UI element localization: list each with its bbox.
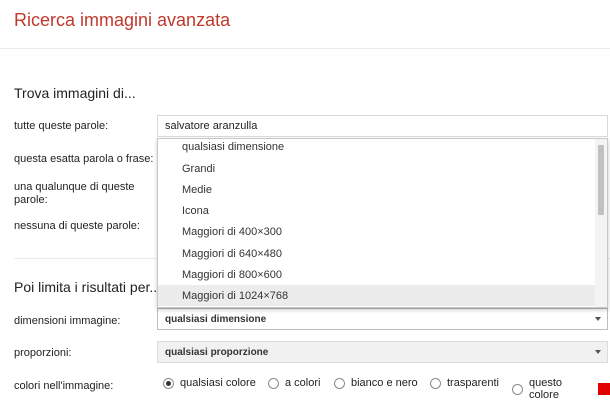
color-option-this[interactable]: questo colore bbox=[512, 377, 610, 401]
radio-checked-icon[interactable] bbox=[163, 377, 174, 389]
chevron-down-icon bbox=[595, 350, 601, 354]
size-option[interactable]: Icona bbox=[158, 200, 595, 221]
none-words-label: nessuna di queste parole: bbox=[14, 220, 140, 232]
radio-icon[interactable] bbox=[512, 383, 523, 395]
radio-icon[interactable] bbox=[334, 377, 345, 389]
chevron-down-icon bbox=[595, 317, 601, 321]
aspect-label: proporzioni: bbox=[14, 347, 72, 359]
color-option-transparent[interactable]: trasparenti bbox=[430, 377, 499, 389]
all-words-input[interactable] bbox=[157, 115, 608, 137]
color-option-any[interactable]: qualsiasi colore bbox=[163, 377, 256, 389]
size-label: dimensioni immagine: bbox=[14, 315, 121, 327]
size-option[interactable]: Medie bbox=[158, 179, 595, 200]
any-words-label: una qualunque di queste parole: bbox=[14, 181, 135, 206]
dropdown-scrollbar[interactable] bbox=[595, 139, 607, 307]
color-option-transparent-label: trasparenti bbox=[447, 377, 499, 389]
size-option[interactable]: Maggiori di 640×480 bbox=[158, 243, 595, 264]
limit-section-title: Poi limita i risultati per... bbox=[14, 279, 162, 295]
color-option-bw-label: bianco e nero bbox=[351, 377, 418, 389]
size-option[interactable]: Grandi bbox=[158, 158, 595, 179]
page-title: Ricerca immagini avanzata bbox=[14, 10, 231, 30]
title-divider bbox=[0, 48, 610, 49]
size-dropdown-list[interactable]: qualsiasi dimensione Grandi Medie Icona Magg… bbox=[157, 138, 608, 308]
color-option-any-label: qualsiasi colore bbox=[180, 377, 256, 389]
size-option[interactable]: qualsiasi dimensione bbox=[158, 139, 595, 157]
dropdown-scrollbar-thumb[interactable] bbox=[598, 145, 604, 215]
radio-icon[interactable] bbox=[430, 377, 441, 389]
size-option[interactable]: Maggiori di 400×300 bbox=[158, 221, 595, 242]
color-option-this-label: questo colore bbox=[529, 377, 563, 401]
aspect-select-value: qualsiasi proporzione bbox=[165, 346, 269, 358]
aspect-select[interactable]: qualsiasi proporzione bbox=[157, 341, 608, 363]
color-option-bw[interactable]: bianco e nero bbox=[334, 377, 418, 389]
size-option[interactable]: Maggiori di 1024×768 bbox=[158, 285, 595, 306]
all-words-label: tutte queste parole: bbox=[14, 120, 109, 132]
size-select-value: qualsiasi dimensione bbox=[165, 313, 267, 325]
color-swatch[interactable] bbox=[598, 383, 610, 395]
size-option[interactable]: Maggiori di 800×600 bbox=[158, 264, 595, 285]
size-select[interactable]: qualsiasi dimensione bbox=[157, 308, 608, 330]
color-option-full-label: a colori bbox=[285, 377, 321, 389]
colors-label: colori nell'immagine: bbox=[14, 380, 114, 392]
exact-phrase-label: questa esatta parola o frase: bbox=[14, 153, 154, 165]
radio-icon[interactable] bbox=[268, 377, 279, 389]
find-section-title: Trova immagini di... bbox=[14, 85, 136, 101]
color-option-full[interactable]: a colori bbox=[268, 377, 320, 389]
